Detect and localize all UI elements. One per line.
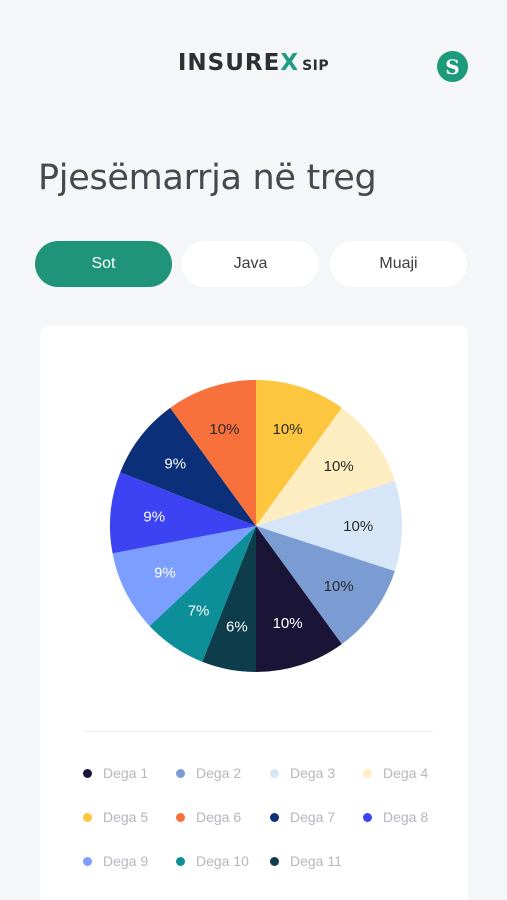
legend-item-dega-11: Dega 11 bbox=[270, 851, 342, 871]
market-share-card: 10% 10% 10% 10% 10% 6% 7% 9% 9% 9% 10% Dega 1 Dega … bbox=[40, 326, 468, 900]
pie-slice-label-10: 7% bbox=[188, 603, 210, 620]
pie-slice-label-1: 10% bbox=[273, 615, 303, 632]
legend-label: Dega 4 bbox=[383, 765, 429, 781]
legend-item-dega-1: Dega 1 bbox=[83, 763, 148, 783]
period-tabs: Sot Java Muaji bbox=[35, 241, 467, 287]
legend-item-dega-2: Dega 2 bbox=[176, 763, 241, 783]
pie-slice-label-5: 10% bbox=[273, 421, 303, 438]
pie-slice-label-11: 6% bbox=[226, 618, 248, 635]
pie-slice-label-3: 10% bbox=[343, 518, 373, 535]
pie-slice-label-9: 9% bbox=[154, 564, 176, 581]
legend-label: Dega 9 bbox=[103, 853, 149, 869]
legend-color-swatch bbox=[176, 768, 185, 778]
legend-label: Dega 1 bbox=[103, 765, 149, 781]
logo-brand-text: INSURE bbox=[177, 50, 281, 76]
legend-color-swatch bbox=[270, 856, 279, 866]
tab-sot[interactable]: Sot bbox=[35, 241, 172, 287]
legend-label: Dega 7 bbox=[290, 809, 336, 825]
legend-label: Dega 5 bbox=[103, 809, 149, 825]
legend-color-swatch bbox=[270, 812, 279, 822]
legend-color-swatch bbox=[83, 812, 92, 822]
pie-slice-label-6: 10% bbox=[209, 421, 239, 438]
legend-color-swatch bbox=[270, 768, 279, 778]
avatar-letter: S bbox=[445, 54, 460, 79]
legend-label: Dega 6 bbox=[196, 809, 242, 825]
legend-label: Dega 8 bbox=[383, 809, 429, 825]
legend-item-dega-5: Dega 5 bbox=[83, 807, 148, 827]
profile-avatar-button[interactable]: S bbox=[437, 51, 468, 82]
page-title: Pjesëmarrja në treg bbox=[38, 158, 377, 198]
pie-slice-label-8: 9% bbox=[143, 508, 165, 525]
legend-label: Dega 3 bbox=[290, 765, 336, 781]
legend-label: Dega 10 bbox=[196, 853, 249, 869]
logo-brand-suffix: SIP bbox=[302, 58, 330, 74]
legend-item-dega-3: Dega 3 bbox=[270, 763, 335, 783]
top-bar: INSUREX SIP S bbox=[0, 0, 507, 110]
legend-item-dega-9: Dega 9 bbox=[83, 851, 148, 871]
app-logo: INSUREX SIP bbox=[0, 50, 507, 76]
market-share-pie-chart: 10% 10% 10% 10% 10% 6% 7% 9% 9% 9% 10% bbox=[110, 380, 402, 672]
legend-item-dega-10: Dega 10 bbox=[176, 851, 249, 871]
pie-slice-label-7: 9% bbox=[164, 455, 186, 472]
legend-color-swatch bbox=[83, 856, 92, 866]
legend-color-swatch bbox=[176, 812, 185, 822]
legend-item-dega-4: Dega 4 bbox=[363, 763, 428, 783]
legend-color-swatch bbox=[363, 812, 372, 822]
legend-label: Dega 2 bbox=[196, 765, 242, 781]
tab-muaji[interactable]: Muaji bbox=[330, 241, 467, 287]
legend-divider bbox=[83, 731, 433, 732]
legend-item-dega-8: Dega 8 bbox=[363, 807, 428, 827]
logo-brand-accent: X bbox=[280, 50, 300, 76]
legend-color-swatch bbox=[176, 856, 185, 866]
tab-java[interactable]: Java bbox=[182, 241, 319, 287]
pie-slice-label-2: 10% bbox=[324, 578, 354, 595]
legend-item-dega-7: Dega 7 bbox=[270, 807, 335, 827]
legend-color-swatch bbox=[83, 768, 92, 778]
pie-slice-label-4: 10% bbox=[324, 458, 354, 475]
legend-label: Dega 11 bbox=[290, 853, 342, 869]
legend-item-dega-6: Dega 6 bbox=[176, 807, 241, 827]
legend-color-swatch bbox=[363, 768, 372, 778]
